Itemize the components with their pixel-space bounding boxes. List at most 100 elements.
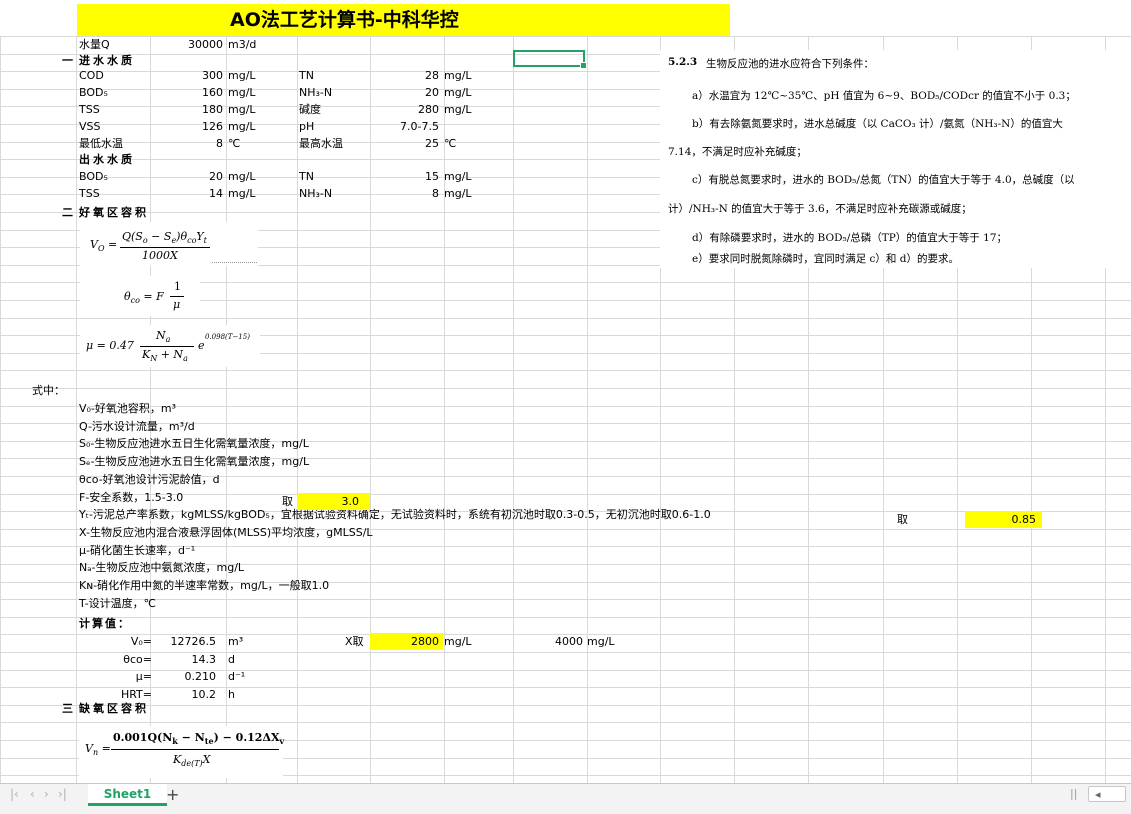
outlet-cell[interactable]: NH₃-N — [299, 185, 332, 202]
inlet-cell[interactable]: 碱度 — [299, 101, 321, 118]
inlet-cell[interactable]: ℃ — [228, 135, 240, 152]
outlet-cell[interactable]: TSS — [79, 185, 100, 202]
inlet-cell[interactable]: VSS — [79, 118, 101, 135]
shizhong-label[interactable]: 式中： — [32, 382, 65, 399]
section2-number[interactable]: 二 — [0, 204, 73, 221]
calc-value[interactable]: 10.2 — [150, 686, 217, 703]
calc-unit[interactable]: h — [228, 686, 235, 703]
inlet-cell[interactable]: 160 — [150, 84, 223, 101]
x-take-value[interactable]: 2800 — [370, 633, 439, 650]
definition-item[interactable]: X-生物反应池内混合液悬浮固体(MLSS)平均浓度，gMLSS/L — [79, 524, 373, 541]
definition-item[interactable]: V₀-好氧池容积，m³ — [79, 400, 176, 417]
outlet-cell[interactable]: 20 — [150, 168, 223, 185]
flow-label[interactable]: 水量Q — [79, 36, 110, 53]
section1-number[interactable]: 一 — [0, 52, 73, 69]
inlet-cell[interactable]: 28 — [370, 67, 439, 84]
inlet-cell[interactable]: mg/L — [444, 101, 472, 118]
next-sheet-icon[interactable]: › — [44, 787, 49, 801]
definition-item[interactable]: Q-污水设计流量，m³/d — [79, 418, 195, 435]
calc-value[interactable]: 14.3 — [150, 651, 217, 668]
calc-unit[interactable]: d — [228, 651, 235, 668]
calc-label[interactable]: θco= — [79, 651, 152, 668]
inlet-cell[interactable]: mg/L — [228, 67, 256, 84]
x-take-unit[interactable]: mg/L — [444, 633, 472, 650]
formula-mu-image[interactable]: μ = 0.47 Na KN + Na e 0.098(T−15) — [80, 325, 260, 367]
inlet-cell[interactable]: ℃ — [444, 135, 456, 152]
inlet-cell[interactable]: TSS — [79, 101, 100, 118]
inlet-cell[interactable]: 280 — [370, 101, 439, 118]
inlet-cell[interactable]: 25 — [370, 135, 439, 152]
prev-sheet-icon[interactable]: ‹ — [30, 787, 35, 801]
section2-title[interactable]: 好氧区容积 — [79, 204, 149, 221]
formula-theta-image[interactable]: θco = F 1 μ — [80, 276, 200, 316]
outlet-cell[interactable]: 15 — [370, 168, 439, 185]
outlet-cell[interactable]: BOD₅ — [79, 168, 108, 185]
outlet-cell[interactable]: mg/L — [444, 168, 472, 185]
outlet-cell[interactable]: mg/L — [228, 185, 256, 202]
definition-item[interactable]: Kɴ-硝化作用中氮的半速率常数，mg/L，一般取1.0 — [79, 577, 329, 594]
definition-item[interactable]: μ-硝化菌生长速率，d⁻¹ — [79, 542, 195, 559]
f-take-value[interactable]: 3.0 — [297, 493, 360, 510]
inlet-cell[interactable]: COD — [79, 67, 104, 84]
inlet-cell[interactable]: 126 — [150, 118, 223, 135]
inlet-cell[interactable]: 20 — [370, 84, 439, 101]
definition-item[interactable]: θco-好氧池设计污泥龄值，d — [79, 471, 220, 488]
calc-title[interactable]: 计算值： — [79, 615, 131, 632]
outlet-cell[interactable]: mg/L — [228, 168, 256, 185]
inlet-cell[interactable]: 7.0-7.5 — [370, 118, 439, 135]
flow-unit[interactable]: m3/d — [228, 36, 256, 53]
x-alt-value[interactable]: 4000 — [510, 633, 583, 650]
flow-value[interactable]: 30000 — [150, 36, 223, 53]
calc-label[interactable]: V₀= — [79, 633, 152, 650]
inlet-cell[interactable]: 300 — [150, 67, 223, 84]
inlet-cell[interactable]: BOD₅ — [79, 84, 108, 101]
definition-item[interactable]: Sₑ-生物反应池进水五日生化需氧量浓度，mg/L — [79, 453, 309, 470]
inlet-cell[interactable]: mg/L — [444, 67, 472, 84]
standard-excerpt-image[interactable]: 5.2.3 生物反应池的进水应符合下列条件： a）水温宜为 12℃~35℃、pH… — [660, 50, 1131, 268]
inlet-cell[interactable]: pH — [299, 118, 314, 135]
calc-unit[interactable]: d⁻¹ — [228, 668, 245, 685]
y-take-value[interactable]: 0.85 — [965, 511, 1037, 528]
calc-value[interactable]: 0.210 — [150, 668, 217, 685]
inlet-cell[interactable]: 最低水温 — [79, 135, 123, 152]
definition-item[interactable]: T-设计温度，℃ — [79, 595, 156, 612]
scroll-left-icon[interactable]: ◂ — [1088, 786, 1126, 802]
x-alt-unit[interactable]: mg/L — [587, 633, 615, 650]
inlet-cell[interactable]: TN — [299, 67, 314, 84]
x-take-label[interactable]: X取 — [345, 633, 364, 650]
formula-vo-image[interactable]: VO = Q(So − Se)θcoYt 1000X — [80, 222, 258, 266]
sheet-title[interactable]: AO法工艺计算书-中科华控 — [230, 4, 459, 36]
spreadsheet-grid[interactable]: AO法工艺计算书-中科华控 水量Q 30000 m3/d 一 进水水质 COD 3… — [0, 0, 1131, 783]
section3-number[interactable]: 三 — [0, 700, 73, 717]
y-take-label[interactable]: 取 — [897, 511, 908, 528]
add-sheet-icon[interactable]: + — [166, 785, 179, 805]
calc-label[interactable]: μ= — [79, 668, 152, 685]
selected-cell[interactable] — [513, 50, 587, 69]
inlet-cell[interactable]: mg/L — [228, 84, 256, 101]
section3-title[interactable]: 缺氧区容积 — [79, 700, 149, 717]
outlet-cell[interactable]: 8 — [370, 185, 439, 202]
definition-item[interactable]: Nₐ-生物反应池中氨氮浓度，mg/L — [79, 559, 244, 576]
outlet-cell[interactable]: TN — [299, 168, 314, 185]
outlet-cell[interactable]: 14 — [150, 185, 223, 202]
calc-unit[interactable]: m³ — [228, 633, 243, 650]
inlet-cell[interactable]: mg/L — [228, 101, 256, 118]
inlet-cell[interactable]: 180 — [150, 101, 223, 118]
inlet-cell[interactable]: mg/L — [228, 118, 256, 135]
inlet-cell[interactable]: 最高水温 — [299, 135, 343, 152]
definition-item[interactable]: S₀-生物反应池进水五日生化需氧量浓度，mg/L — [79, 435, 309, 452]
definition-item[interactable]: Yₜ-污泥总产率系数，kgMLSS/kgBOD₅，宜根据试验资料确定，无试验资料… — [79, 506, 711, 523]
f-take-label[interactable]: 取 — [282, 493, 293, 510]
inlet-cell[interactable]: mg/L — [444, 84, 472, 101]
last-sheet-icon[interactable]: ›| — [58, 787, 67, 801]
horizontal-scrollbar[interactable]: || ◂ — [1070, 786, 1128, 803]
calc-value[interactable]: 12726.5 — [150, 633, 217, 650]
tab-sheet1[interactable]: Sheet1 — [88, 784, 167, 806]
formula-vn-image[interactable]: Vn = 0.001Q(Nk − Nte) − 0.12ΔXv Kde(T)X — [79, 726, 284, 778]
inlet-cell[interactable]: 8 — [150, 135, 223, 152]
first-sheet-icon[interactable]: |‹ — [10, 787, 19, 801]
inlet-cell[interactable]: NH₃-N — [299, 84, 332, 101]
definition-item[interactable]: F-安全系数，1.5-3.0 — [79, 489, 183, 506]
outlet-cell[interactable]: mg/L — [444, 185, 472, 202]
outlet-title[interactable]: 出水水质 — [79, 151, 135, 168]
